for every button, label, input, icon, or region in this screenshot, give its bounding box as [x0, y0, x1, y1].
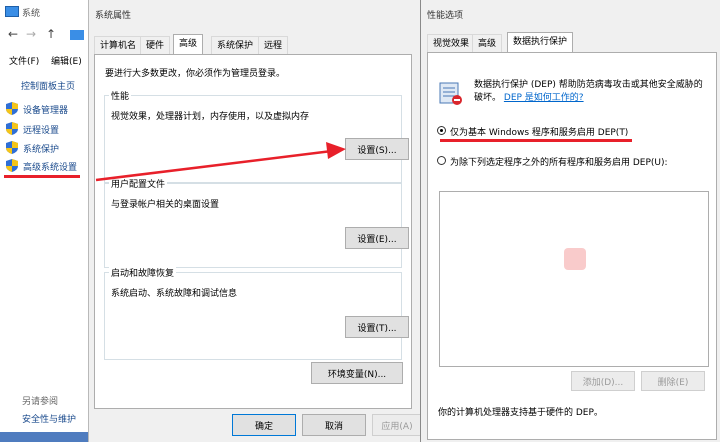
dep-shield-icon — [439, 82, 462, 105]
tab-advanced[interactable]: 高级 — [173, 34, 204, 54]
performance-options-dialog: 性能选项 视觉效果 高级 数据执行保护 数据执行保护 (DEP) 帮助防范病毒攻… — [420, 0, 720, 442]
remove-button[interactable]: 删除(E) — [641, 371, 705, 391]
tab-dep[interactable]: 数据执行保护 — [507, 32, 574, 52]
radio-essential-label: 仅为基本 Windows 程序和服务启用 DEP(T) — [450, 128, 629, 138]
dep-help-link[interactable]: DEP 是如何工作的? — [504, 93, 584, 103]
dep-description: 数据执行保护 (DEP) 帮助防范病毒攻击或其他安全威胁的破坏。 DEP 是如何… — [474, 79, 706, 105]
dep-exception-list[interactable] — [439, 191, 709, 367]
radio-all-label: 为除下列选定程序之外的所有程序和服务启用 DEP(U): — [450, 158, 668, 168]
dep-support-note: 你的计算机处理器支持基于硬件的 DEP。 — [438, 408, 603, 418]
perf-tab-strip: 视觉效果 高级 数据执行保护 — [427, 32, 717, 54]
tab-visual-effects[interactable]: 视觉效果 — [427, 34, 476, 52]
radio-unselected-icon — [437, 156, 446, 165]
add-button[interactable]: 添加(D)... — [571, 371, 635, 391]
red-underline-annotation — [440, 139, 632, 142]
dep-tab-panel: 数据执行保护 (DEP) 帮助防范病毒攻击或其他安全威胁的破坏。 DEP 是如何… — [427, 52, 717, 440]
performance-options-title: 性能选项 — [427, 11, 464, 21]
radio-selected-icon — [437, 126, 446, 135]
tab-perf-advanced[interactable]: 高级 — [472, 34, 503, 52]
search-icon — [564, 248, 586, 270]
